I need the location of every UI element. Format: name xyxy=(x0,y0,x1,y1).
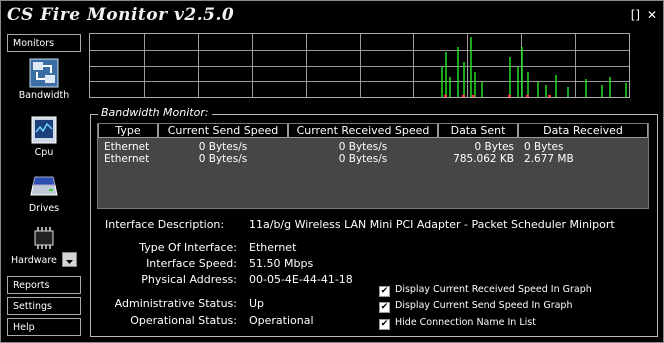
app-title: CS Fire Monitor v2.5.0 xyxy=(7,5,235,25)
cell-data-received: 2.677 MB xyxy=(524,153,574,165)
graph-canvas xyxy=(90,34,629,97)
physical-address-value: 00-05-4E-44-41-18 xyxy=(249,273,353,286)
bandwidth-graph xyxy=(89,33,630,98)
reports-button[interactable]: Reports xyxy=(7,276,81,294)
physical-address-label: Physical Address: xyxy=(141,273,237,286)
type-of-interface-value: Ethernet xyxy=(249,241,297,254)
column-header-type[interactable]: Type xyxy=(98,124,158,138)
sidebar-item-drives[interactable]: Drives xyxy=(9,171,79,214)
option-display-send-speed[interactable]: ✔ Display Current Send Speed In Graph xyxy=(379,300,649,313)
sidebar-scroll-down-button[interactable] xyxy=(62,252,77,267)
window-controls: [] ✕ xyxy=(628,8,657,22)
column-header-data-sent[interactable]: Data Sent xyxy=(438,124,518,138)
interface-description-label: Interface Description: xyxy=(105,218,225,231)
option-label: Display Current Send Speed In Graph xyxy=(395,300,573,311)
bandwidth-icon xyxy=(29,58,59,88)
cell-received-speed: 0 Bytes/s xyxy=(338,153,388,165)
help-button[interactable]: Help xyxy=(7,318,81,336)
option-hide-connection-name[interactable]: ✔ Hide Connection Name In List xyxy=(379,317,649,330)
interface-speed-label: Interface Speed: xyxy=(146,257,237,270)
interface-description-value: 11a/b/g Wireless LAN Mini PCI Adapter - … xyxy=(249,218,615,231)
sidebar-item-label: Drives xyxy=(28,203,60,214)
drives-icon xyxy=(29,171,59,201)
checkbox[interactable]: ✔ xyxy=(379,302,390,313)
hardware-icon xyxy=(29,223,59,253)
cell-type: Ethernet xyxy=(104,141,150,153)
restore-button[interactable]: [] xyxy=(631,8,640,22)
operational-status-value: Operational xyxy=(249,314,314,327)
administrative-status-label: Administrative Status: xyxy=(114,297,237,310)
sidebar-item-cpu[interactable]: Cpu xyxy=(9,115,79,158)
sidebar-item-bandwidth[interactable]: Bandwidth xyxy=(9,58,79,101)
cell-received-speed: 0 Bytes/s xyxy=(338,141,388,153)
cell-data-received: 0 Bytes xyxy=(524,141,564,153)
option-display-received-speed[interactable]: ✔ Display Current Received Speed In Graph xyxy=(379,284,649,297)
cell-send-speed: 0 Bytes/s xyxy=(198,153,248,165)
interface-speed-value: 51.50 Mbps xyxy=(249,257,314,270)
close-button[interactable]: ✕ xyxy=(647,8,657,22)
table-row[interactable]: Ethernet 0 Bytes/s 0 Bytes/s 0 Bytes 0 B… xyxy=(98,141,648,153)
type-of-interface-label: Type Of Interface: xyxy=(139,241,237,254)
checkbox[interactable]: ✔ xyxy=(379,286,390,297)
chevron-down-icon xyxy=(66,260,73,264)
monitors-button[interactable]: Monitors xyxy=(7,34,81,52)
connections-list[interactable]: Type Current Send Speed Current Received… xyxy=(97,123,649,209)
option-label: Display Current Received Speed In Graph xyxy=(395,284,592,295)
cell-data-sent: 785.062 KB xyxy=(453,153,514,165)
option-label: Hide Connection Name In List xyxy=(395,317,536,328)
settings-button[interactable]: Settings xyxy=(7,297,81,315)
cell-type: Ethernet xyxy=(104,153,150,165)
table-row[interactable]: Ethernet 0 Bytes/s 0 Bytes/s 785.062 KB … xyxy=(98,153,648,165)
column-header-send-speed[interactable]: Current Send Speed xyxy=(158,124,288,138)
cell-send-speed: 0 Bytes/s xyxy=(198,141,248,153)
list-header: Type Current Send Speed Current Received… xyxy=(98,124,648,138)
administrative-status-value: Up xyxy=(249,297,265,310)
cpu-icon xyxy=(29,115,59,145)
sidebar-item-label: Bandwidth xyxy=(18,90,70,101)
sidebar-item-label: Cpu xyxy=(34,147,54,158)
checkbox[interactable]: ✔ xyxy=(379,319,390,330)
column-header-data-received[interactable]: Data Received xyxy=(518,124,648,138)
panel-title: Bandwidth Monitor: xyxy=(98,106,212,119)
cell-data-sent: 0 Bytes xyxy=(474,141,514,153)
operational-status-label: Operational Status: xyxy=(130,314,237,327)
column-header-received-speed[interactable]: Current Received Speed xyxy=(288,124,438,138)
app-window: CS Fire Monitor v2.5.0 [] ✕ Monitors Ban… xyxy=(0,0,664,343)
